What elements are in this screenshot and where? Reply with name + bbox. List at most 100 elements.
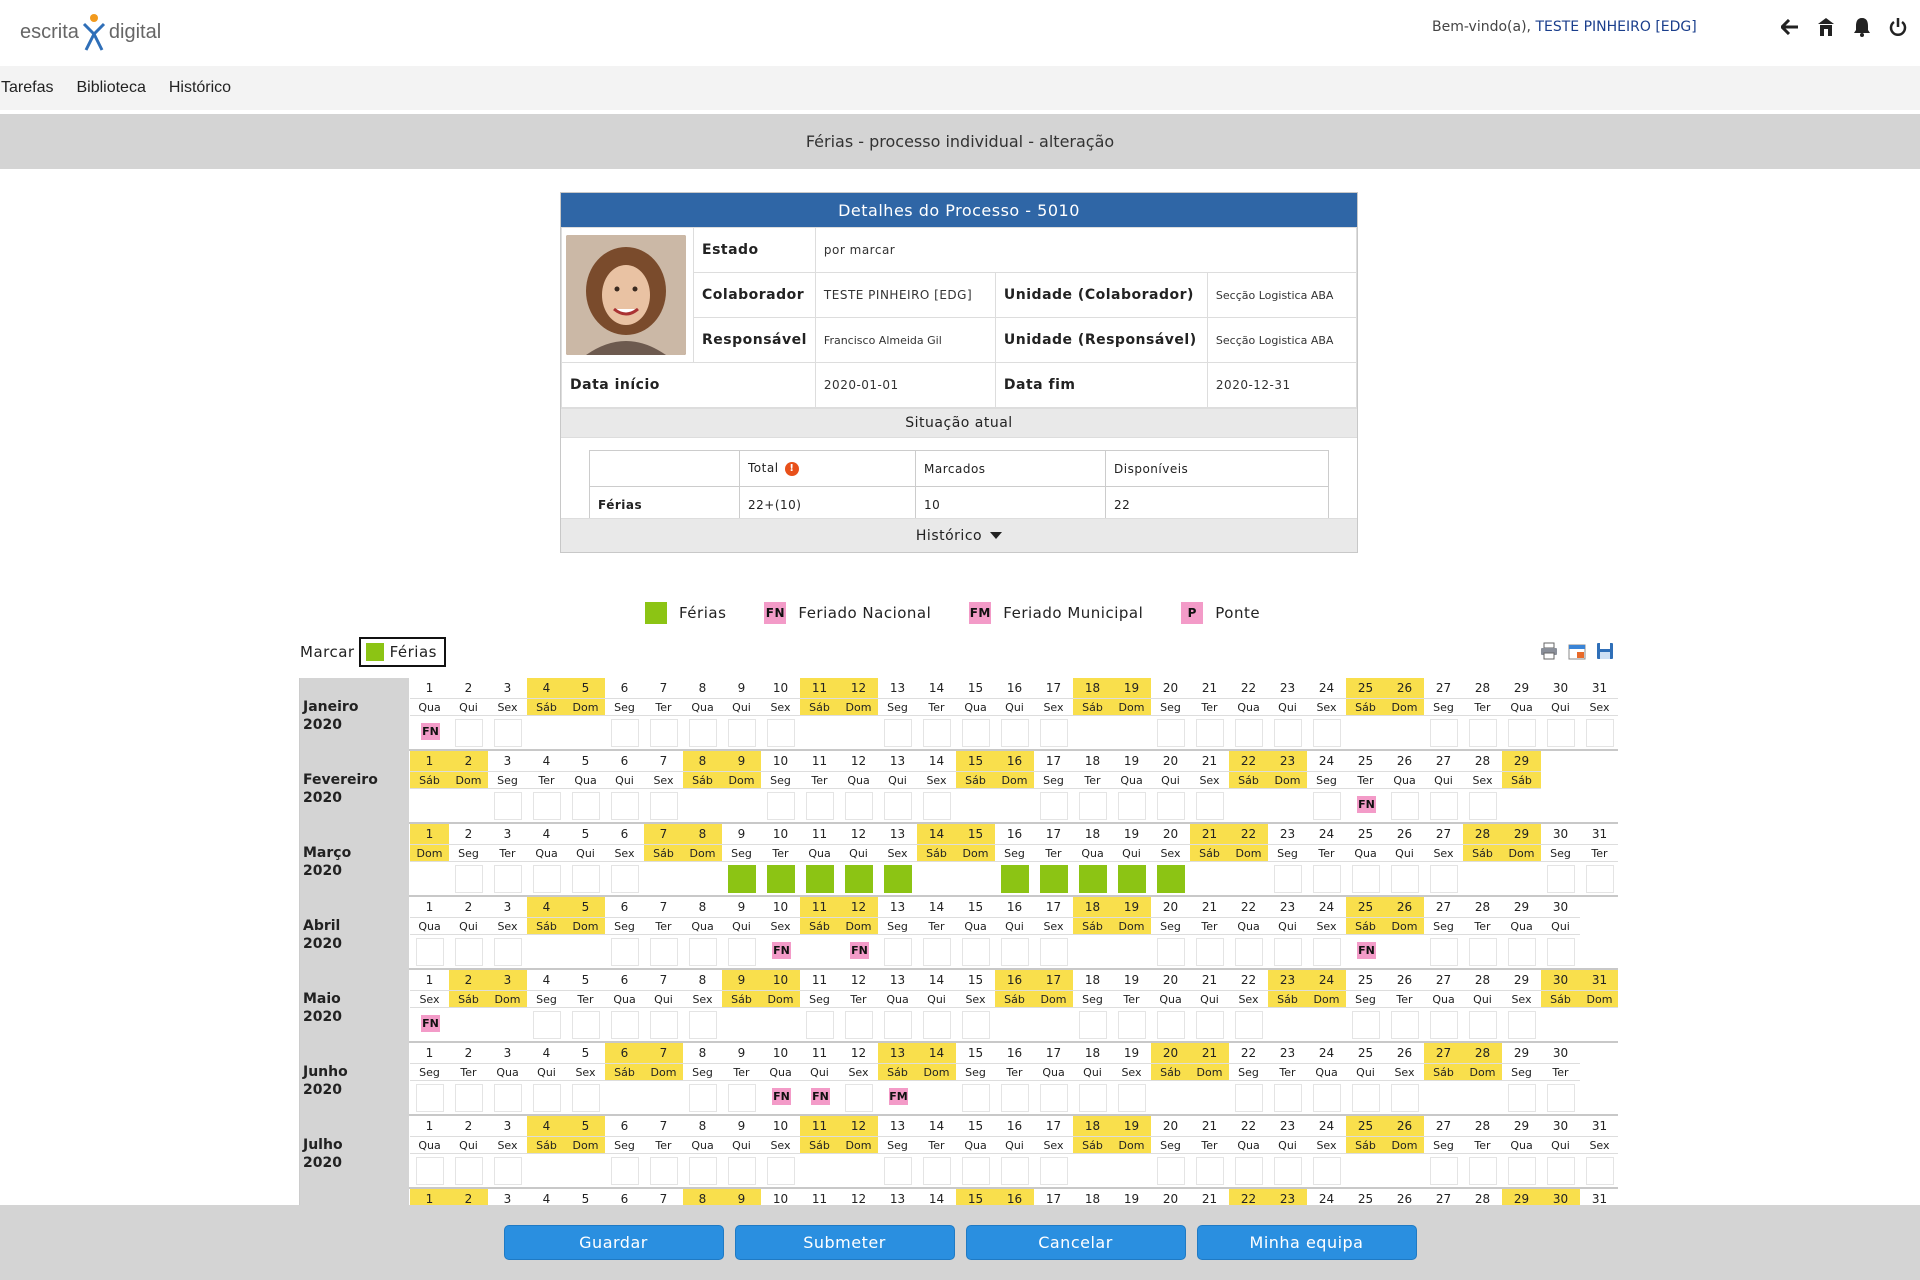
day-cell[interactable] (572, 865, 600, 893)
day-cell[interactable] (806, 792, 834, 820)
day-cell[interactable] (806, 1011, 834, 1039)
day-cell[interactable] (1001, 1157, 1029, 1185)
day-cell[interactable] (845, 792, 873, 820)
day-cell[interactable] (1313, 792, 1341, 820)
day-cell[interactable] (533, 1084, 561, 1112)
user-name[interactable]: TESTE PINHEIRO [EDG] (1535, 19, 1696, 35)
save-disk-icon[interactable] (1596, 642, 1614, 660)
nav-tarefas[interactable]: Tarefas (0, 79, 65, 97)
day-cell[interactable] (1313, 865, 1341, 893)
day-cell[interactable] (1508, 1084, 1536, 1112)
day-cell[interactable] (1196, 1157, 1224, 1185)
day-cell[interactable] (923, 719, 951, 747)
day-cell[interactable] (1469, 792, 1497, 820)
day-cell[interactable] (962, 1084, 990, 1112)
day-cell[interactable] (572, 792, 600, 820)
day-cell[interactable] (494, 938, 522, 966)
day-cell[interactable] (611, 1157, 639, 1185)
day-cell[interactable] (1235, 719, 1263, 747)
nav-biblioteca[interactable]: Biblioteca (75, 79, 157, 97)
day-cell[interactable] (533, 792, 561, 820)
day-cell[interactable] (689, 938, 717, 966)
day-cell[interactable] (416, 938, 444, 966)
day-cell[interactable] (533, 1011, 561, 1039)
ferias-day-cell[interactable] (1079, 865, 1107, 893)
day-cell[interactable] (650, 719, 678, 747)
day-cell[interactable] (455, 865, 483, 893)
day-cell[interactable] (1040, 719, 1068, 747)
calendar-export-icon[interactable] (1568, 642, 1586, 660)
day-cell[interactable] (884, 938, 912, 966)
day-cell[interactable] (728, 1157, 756, 1185)
day-cell[interactable] (572, 1011, 600, 1039)
day-cell[interactable] (1586, 865, 1614, 893)
day-cell[interactable] (1508, 1011, 1536, 1039)
day-cell[interactable] (1391, 792, 1419, 820)
ferias-day-cell[interactable] (845, 865, 873, 893)
day-cell[interactable] (1157, 938, 1185, 966)
minha-equipa-button[interactable]: Minha equipa (1196, 1225, 1417, 1260)
escrita-digital-logo[interactable]: escrita digital (20, 10, 161, 54)
day-cell[interactable] (1508, 1157, 1536, 1185)
guardar-button[interactable]: Guardar (503, 1225, 724, 1260)
day-cell[interactable] (611, 865, 639, 893)
day-cell[interactable] (1274, 1157, 1302, 1185)
day-cell[interactable] (1079, 1011, 1107, 1039)
day-cell[interactable] (455, 719, 483, 747)
day-cell[interactable] (650, 792, 678, 820)
day-cell[interactable] (923, 1157, 951, 1185)
day-cell[interactable] (1469, 1157, 1497, 1185)
day-cell[interactable] (1274, 1084, 1302, 1112)
day-cell[interactable] (1313, 1084, 1341, 1112)
day-cell[interactable] (767, 1157, 795, 1185)
day-cell[interactable] (689, 1084, 717, 1112)
day-cell[interactable] (1391, 865, 1419, 893)
day-cell[interactable] (1391, 1084, 1419, 1112)
day-cell[interactable] (1391, 1011, 1419, 1039)
bell-icon[interactable] (1852, 16, 1872, 38)
day-cell[interactable] (1079, 792, 1107, 820)
day-cell[interactable] (1586, 1157, 1614, 1185)
building-icon[interactable] (1816, 16, 1836, 38)
day-cell[interactable] (962, 719, 990, 747)
day-cell[interactable] (884, 1157, 912, 1185)
day-cell[interactable] (1196, 792, 1224, 820)
day-cell[interactable] (1547, 1157, 1575, 1185)
day-cell[interactable] (962, 1011, 990, 1039)
info-icon[interactable]: ! (784, 461, 799, 476)
day-cell[interactable] (416, 1084, 444, 1112)
day-cell[interactable] (1352, 1011, 1380, 1039)
day-cell[interactable] (611, 938, 639, 966)
day-cell[interactable] (767, 719, 795, 747)
day-cell[interactable] (1469, 719, 1497, 747)
day-cell[interactable] (1430, 1011, 1458, 1039)
ferias-day-cell[interactable] (1157, 865, 1185, 893)
day-cell[interactable] (1430, 1157, 1458, 1185)
day-cell[interactable] (533, 865, 561, 893)
day-cell[interactable] (1001, 719, 1029, 747)
day-cell[interactable] (845, 1084, 873, 1112)
day-cell[interactable] (1586, 719, 1614, 747)
day-cell[interactable] (689, 1157, 717, 1185)
day-cell[interactable] (455, 938, 483, 966)
day-cell[interactable] (572, 1084, 600, 1112)
ferias-day-cell[interactable] (767, 865, 795, 893)
day-cell[interactable] (1040, 792, 1068, 820)
day-cell[interactable] (689, 1011, 717, 1039)
ferias-day-cell[interactable] (1040, 865, 1068, 893)
day-cell[interactable] (1118, 792, 1146, 820)
day-cell[interactable] (923, 1011, 951, 1039)
day-cell[interactable] (1274, 938, 1302, 966)
day-cell[interactable] (1118, 1011, 1146, 1039)
day-cell[interactable] (1196, 719, 1224, 747)
day-cell[interactable] (1469, 1011, 1497, 1039)
day-cell[interactable] (1235, 1157, 1263, 1185)
day-cell[interactable] (1352, 865, 1380, 893)
ferias-day-cell[interactable] (1001, 865, 1029, 893)
day-cell[interactable] (650, 1011, 678, 1039)
power-icon[interactable] (1888, 16, 1908, 38)
nav-historico[interactable]: Histórico (168, 79, 243, 97)
day-cell[interactable] (728, 938, 756, 966)
day-cell[interactable] (1430, 865, 1458, 893)
day-cell[interactable] (1040, 938, 1068, 966)
